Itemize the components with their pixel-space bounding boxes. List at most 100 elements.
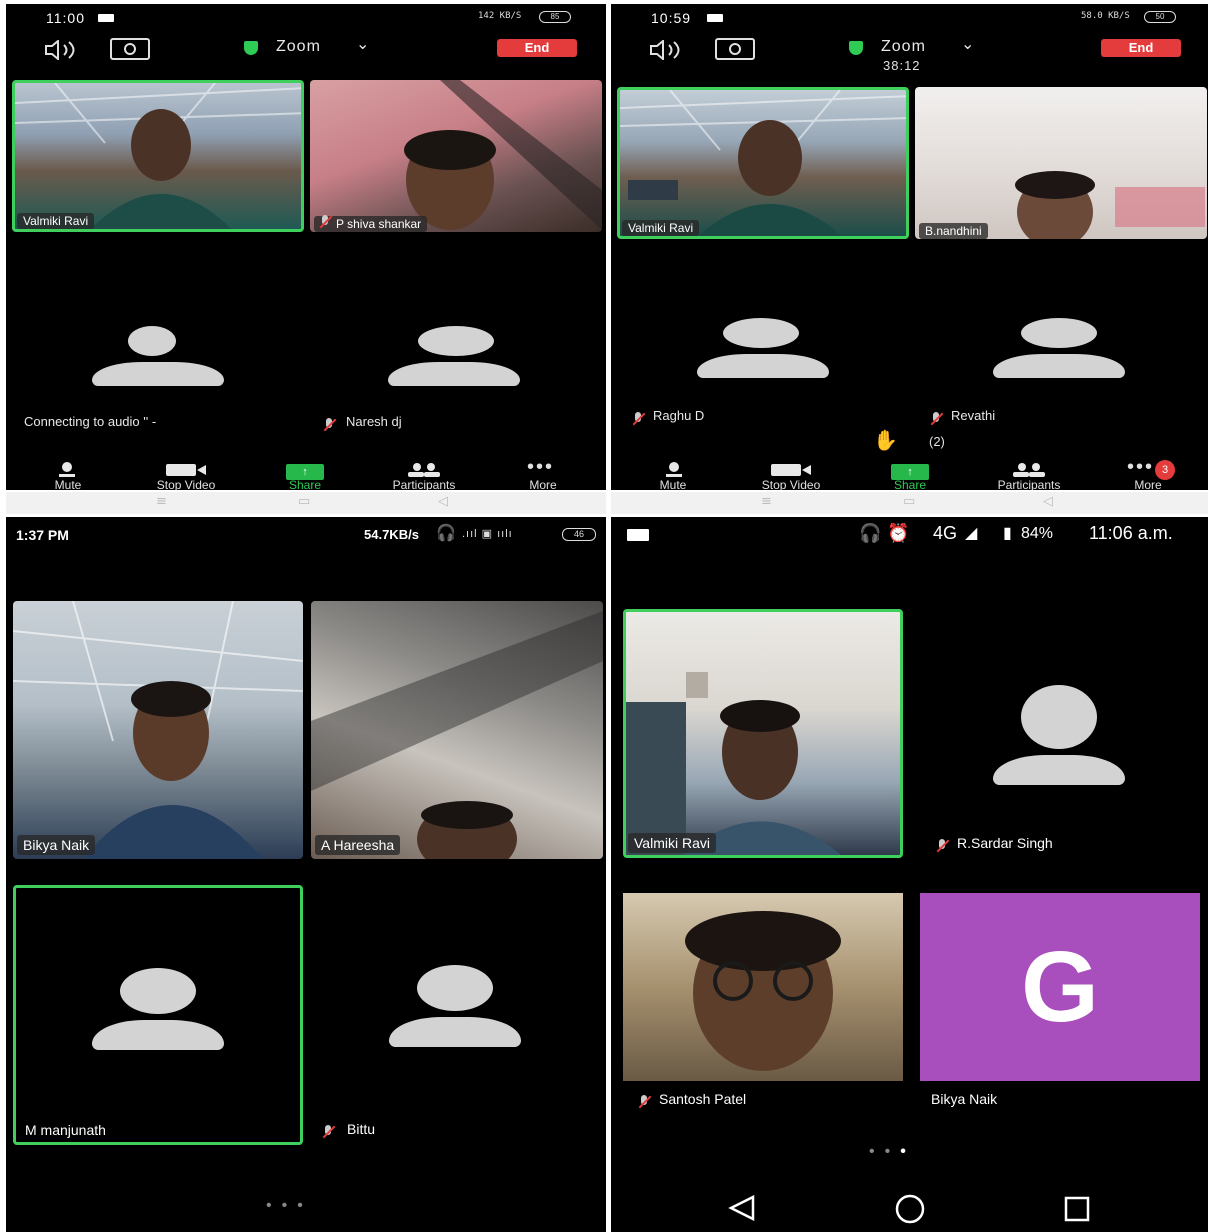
android-nav-bar: ≡ ▭ ◁ — [611, 492, 1208, 514]
share-button[interactable]: Share — [860, 478, 960, 490]
participant-video — [15, 83, 301, 229]
share-button[interactable]: Share — [255, 478, 355, 490]
avatar-head-icon — [1021, 685, 1097, 749]
zoom-screen-1: 11:00 142 KB/S 85 Zoom ⌄ End Valmiki Rav… — [6, 4, 606, 490]
mute-button[interactable]: Mute — [18, 478, 118, 490]
stop-video-button[interactable]: Stop Video — [741, 478, 841, 490]
encryption-shield-icon[interactable] — [849, 41, 863, 55]
avatar-tile[interactable]: R.Sardar Singh — [917, 609, 1203, 858]
avatar-body-icon — [92, 362, 224, 386]
participant-video — [13, 601, 303, 859]
avatar-body-icon — [993, 755, 1125, 785]
avatar-body-icon — [389, 1017, 521, 1047]
home-button-icon[interactable] — [894, 1193, 926, 1225]
muted-mic-icon — [633, 412, 643, 426]
participants-icon[interactable] — [404, 462, 444, 478]
end-meeting-button[interactable]: End — [1101, 39, 1181, 57]
participant-name: Santosh Patel — [659, 1091, 747, 1107]
video-tile[interactable]: Bikya Naik — [13, 601, 303, 859]
menu-icon[interactable]: ≡ — [156, 494, 167, 509]
stop-video-button[interactable]: Stop Video — [136, 478, 236, 490]
menu-icon[interactable]: ≡ — [761, 494, 772, 509]
video-tile[interactable]: Valmiki Ravi — [12, 80, 304, 232]
home-button-icon[interactable]: ▭ — [298, 494, 310, 509]
avatar-tile[interactable]: Revathi — [911, 244, 1208, 434]
meeting-title[interactable]: Zoom — [881, 38, 926, 56]
participant-name: B.nandhini — [919, 223, 988, 239]
page-indicator[interactable]: ••• — [869, 1143, 916, 1161]
video-indicator-icon — [707, 14, 723, 22]
more-dots-icon[interactable]: ••• — [527, 456, 554, 479]
battery-icon: ▮ — [1003, 525, 1012, 542]
participant-video — [1015, 171, 1205, 239]
battery-percent: 84% — [1021, 525, 1054, 542]
more-dots-icon[interactable]: ••• — [1127, 456, 1154, 479]
network-speed: 58.0 KB/S — [1081, 11, 1130, 21]
headphones-icon: 🎧 — [859, 523, 882, 543]
participant-video — [404, 80, 602, 230]
video-tile[interactable]: A Hareesha — [311, 601, 603, 859]
avatar-tile[interactable]: Bittu — [311, 885, 603, 1145]
avatar-head-icon — [417, 965, 493, 1011]
video-tile[interactable]: P shiva shankar — [310, 80, 602, 232]
participants-icon[interactable] — [1009, 462, 1049, 478]
signal-icon: .ııl ▣ ıılı — [462, 528, 513, 540]
avatar-body-icon — [388, 362, 520, 386]
video-camera-icon[interactable] — [166, 464, 208, 476]
participant-name: Raghu D — [653, 408, 705, 423]
avatar-tile[interactable]: Raghu D — [611, 244, 911, 434]
headphones-icon: 🎧 — [436, 525, 456, 542]
participant-name: Connecting to audio '' - — [24, 414, 157, 429]
back-button-icon[interactable]: ◁ — [438, 494, 448, 509]
avatar-tile[interactable]: Connecting to audio '' - — [6, 244, 306, 434]
avatar-head-icon — [418, 326, 494, 356]
microphone-icon[interactable] — [58, 462, 76, 478]
participant-name: Revathi — [951, 408, 996, 423]
encryption-shield-icon[interactable] — [244, 41, 258, 55]
back-button-icon[interactable] — [727, 1195, 757, 1221]
back-button-icon[interactable]: ◁ — [1043, 494, 1053, 509]
meeting-title[interactable]: Zoom — [276, 38, 321, 56]
video-tile[interactable]: B.nandhini — [915, 87, 1207, 239]
home-button-icon[interactable]: ▭ — [903, 494, 915, 509]
mute-button[interactable]: Mute — [623, 478, 723, 490]
participant-name: Bittu — [347, 1121, 376, 1137]
letter-avatar[interactable]: G — [920, 893, 1200, 1081]
switch-camera-icon[interactable] — [715, 38, 755, 60]
chevron-down-icon[interactable]: ⌄ — [356, 34, 369, 54]
alarm-icon: ⏰ — [887, 523, 910, 543]
end-meeting-button[interactable]: End — [497, 39, 577, 57]
avatar-tile[interactable]: Naresh dj — [306, 244, 606, 434]
speaker-icon[interactable] — [44, 40, 86, 60]
zoom-screen-2: 10:59 58.0 KB/S 50 Zoom ⌄ 38:12 End Valm… — [611, 4, 1208, 490]
video-tile[interactable]: Valmiki Ravi — [617, 87, 909, 239]
more-button[interactable]: More — [1098, 478, 1198, 490]
video-camera-icon[interactable] — [771, 464, 813, 476]
battery-icon: 85 — [539, 11, 571, 23]
muted-mic-icon — [937, 839, 947, 853]
participant-name: Valmiki Ravi — [622, 220, 700, 236]
switch-camera-icon[interactable] — [110, 38, 150, 60]
avatar-head-icon — [120, 968, 196, 1014]
video-tile[interactable]: Valmiki Ravi — [623, 609, 903, 858]
avatar-tile[interactable]: M manjunath — [13, 885, 303, 1145]
participant-video — [626, 672, 841, 855]
signal-icon: ◢ — [965, 525, 978, 542]
more-button[interactable]: More — [493, 478, 593, 490]
muted-mic-icon — [324, 418, 334, 432]
battery-icon: 50 — [1144, 11, 1176, 23]
avatar-head-icon — [128, 326, 176, 356]
avatar-body-icon — [92, 1020, 224, 1050]
recent-apps-icon[interactable] — [1063, 1195, 1091, 1223]
participant-name: Valmiki Ravi — [17, 213, 95, 229]
participants-button[interactable]: Participants — [374, 478, 474, 490]
video-tile[interactable] — [623, 893, 903, 1081]
participant-name: Valmiki Ravi — [628, 833, 716, 853]
avatar-body-icon — [993, 354, 1125, 378]
microphone-icon[interactable] — [665, 462, 683, 478]
page-indicator[interactable]: ••• — [266, 1197, 313, 1215]
speaker-icon[interactable] — [649, 40, 691, 60]
raised-hand-icon[interactable]: ✋ — [873, 428, 898, 453]
chevron-down-icon[interactable]: ⌄ — [961, 34, 974, 54]
participants-button[interactable]: Participants — [979, 478, 1079, 490]
